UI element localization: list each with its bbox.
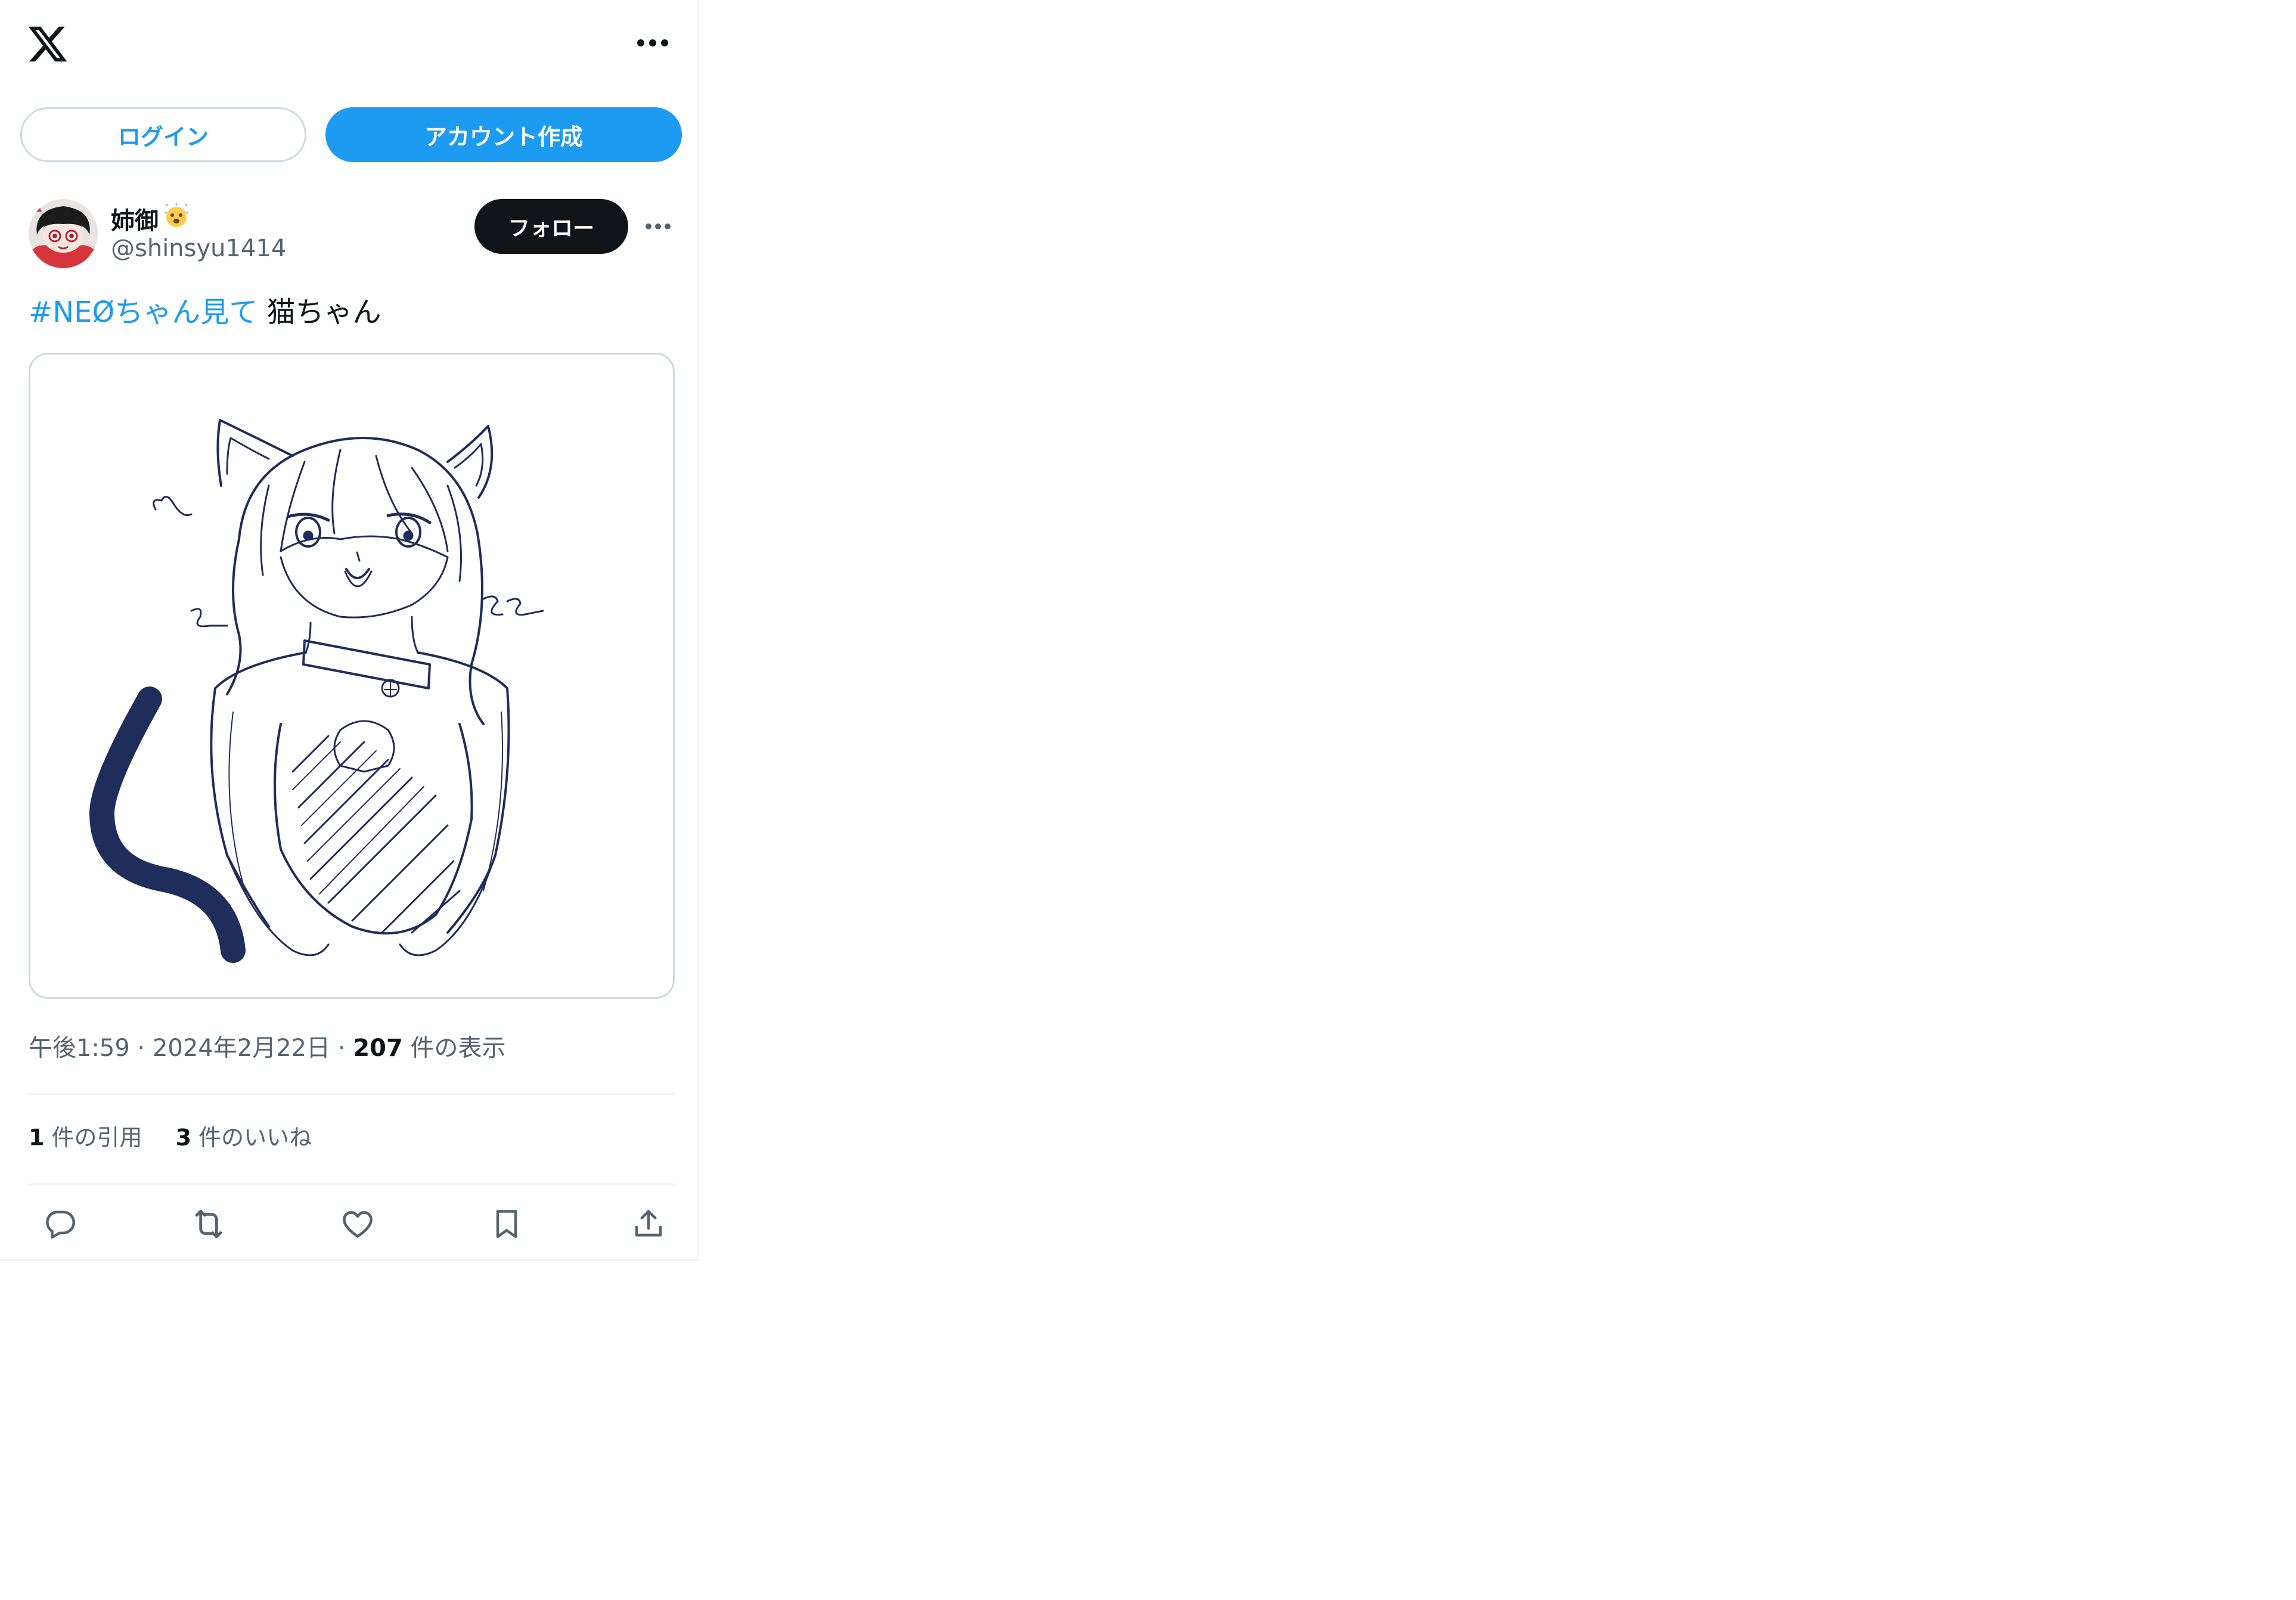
views-count: 207 (353, 1034, 403, 1062)
login-button[interactable]: ログイン (20, 107, 306, 162)
tweet-column: ログイン アカウント作成 姉御 @shinsyu1414 フォロー #NEØちゃ… (0, 0, 699, 1261)
author-handle[interactable]: @shinsyu1414 (111, 235, 286, 262)
tweet-date[interactable]: 2024年2月22日 (153, 1034, 330, 1062)
x-logo-icon[interactable] (26, 23, 69, 66)
likes-stat[interactable]: 3 件のいいね (176, 1119, 312, 1152)
tweet-more-icon[interactable] (641, 215, 675, 238)
quotes-stat[interactable]: 1 件の引用 (29, 1119, 142, 1152)
tweet-image[interactable] (29, 353, 675, 999)
likes-label: 件のいいね (198, 1124, 312, 1151)
author-display-name[interactable]: 姉御 (111, 201, 191, 236)
emoji-icon (162, 201, 191, 236)
create-account-button[interactable]: アカウント作成 (325, 107, 682, 162)
views-label: 件の表示 (410, 1034, 506, 1062)
more-horizontal-icon[interactable] (633, 30, 672, 56)
hashtag-link[interactable]: #NEØちゃん見て (29, 296, 257, 329)
divider (29, 1093, 675, 1095)
like-icon[interactable] (334, 1200, 381, 1248)
tweet-text: #NEØちゃん見て 猫ちゃん (29, 294, 381, 330)
tweet-meta: 午後1:59 · 2024年2月22日 · 207 件の表示 (29, 1029, 506, 1063)
action-bar (29, 1200, 675, 1248)
retweet-icon[interactable] (185, 1200, 232, 1248)
tweet-time[interactable]: 午後1:59 (29, 1034, 130, 1062)
share-icon[interactable] (625, 1200, 672, 1248)
bookmark-icon[interactable] (483, 1200, 530, 1248)
meta-separator: · (137, 1034, 145, 1062)
tweet-stats: 1 件の引用 3 件のいいね (29, 1119, 312, 1152)
author-name-text: 姉御 (111, 207, 159, 235)
page: ログイン アカウント作成 姉御 @shinsyu1414 フォロー #NEØちゃ… (0, 0, 2296, 1600)
likes-count: 3 (175, 1124, 192, 1151)
quotes-label: 件の引用 (51, 1124, 142, 1151)
reply-icon[interactable] (36, 1200, 83, 1248)
follow-button[interactable]: フォロー (474, 199, 628, 254)
meta-separator: · (337, 1034, 346, 1062)
divider (29, 1183, 675, 1185)
quotes-count: 1 (29, 1124, 45, 1151)
tweet-body-text: 猫ちゃん (257, 296, 381, 329)
avatar[interactable] (29, 199, 98, 268)
